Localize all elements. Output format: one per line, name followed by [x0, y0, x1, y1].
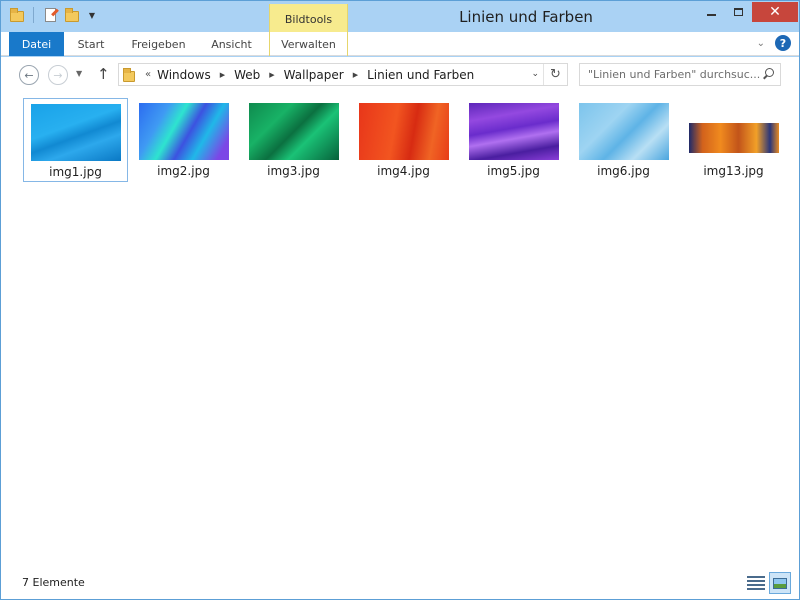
breadcrumb-windows[interactable]: Windows: [157, 68, 211, 82]
address-bar[interactable]: « Windows ▶ Web ▶ Wallpaper ▶ Linien und…: [118, 63, 568, 86]
toolbar-separator: [33, 7, 34, 23]
maximize-icon: [734, 8, 743, 16]
context-tab-group-label: Bildtools: [269, 4, 348, 32]
title-bar: ▼ Bildtools Linien und Farben ✕: [1, 1, 799, 32]
recent-locations-dropdown[interactable]: ▼: [76, 69, 82, 78]
file-name: img4.jpg: [377, 164, 430, 178]
large-icons-view-icon[interactable]: [769, 572, 791, 594]
close-button[interactable]: ✕: [752, 2, 798, 22]
file-name: img3.jpg: [267, 164, 320, 178]
search-icon[interactable]: [762, 68, 774, 80]
file-name: img13.jpg: [703, 164, 764, 178]
tab-verwalten[interactable]: Verwalten: [269, 32, 348, 56]
details-view-icon[interactable]: [747, 574, 765, 592]
up-button[interactable]: ↑: [97, 65, 110, 83]
help-icon[interactable]: ?: [775, 35, 791, 51]
tab-ansicht[interactable]: Ansicht: [200, 32, 263, 56]
file-item[interactable]: img6.jpg: [572, 98, 677, 182]
folder-icon[interactable]: [9, 7, 25, 23]
folder-icon: [123, 67, 137, 83]
back-button[interactable]: ←: [19, 65, 39, 85]
chevron-right-icon[interactable]: ▶: [353, 71, 358, 79]
tab-datei[interactable]: Datei: [9, 32, 64, 56]
search-input[interactable]: "Linien und Farben" durchsuc...: [579, 63, 781, 86]
file-name: img6.jpg: [597, 164, 650, 178]
file-item[interactable]: img4.jpg: [352, 98, 457, 182]
quick-access-toolbar: ▼: [9, 7, 98, 23]
file-list-pane[interactable]: img1.jpg img2.jpg img3.jpg img4.jpg img5…: [1, 92, 799, 568]
file-name: img2.jpg: [157, 164, 210, 178]
expand-ribbon-icon[interactable]: ⌄: [757, 38, 765, 49]
breadcrumb-web[interactable]: Web: [234, 68, 260, 82]
file-item[interactable]: img3.jpg: [242, 98, 347, 182]
caption-buttons: ✕: [698, 2, 798, 22]
file-item[interactable]: img1.jpg: [23, 98, 128, 182]
chevron-right-icon[interactable]: ▶: [220, 71, 225, 79]
image-thumbnail: [579, 103, 669, 160]
file-item[interactable]: img2.jpg: [132, 98, 237, 182]
image-thumbnail: [139, 103, 229, 160]
navigation-bar: ← → ▼ ↑ « Windows ▶ Web ▶ Wallpaper ▶ Li…: [1, 57, 799, 92]
image-thumbnail: [359, 103, 449, 160]
status-bar: 7 Elemente: [1, 568, 799, 599]
minimize-icon: [707, 14, 716, 16]
forward-button[interactable]: →: [48, 65, 68, 85]
breadcrumb-linien-und-farben[interactable]: Linien und Farben: [367, 68, 474, 82]
image-thumbnail: [469, 103, 559, 160]
image-thumbnail: [249, 103, 339, 160]
ribbon-right-controls: ⌄ ?: [757, 35, 791, 51]
window-title: Linien und Farben: [459, 8, 593, 26]
address-history-dropdown[interactable]: ⌄: [531, 69, 539, 79]
tab-start[interactable]: Start: [65, 32, 117, 56]
file-item[interactable]: img13.jpg: [682, 98, 787, 182]
search-placeholder: "Linien und Farben" durchsuc...: [588, 68, 761, 81]
item-count: 7 Elemente: [22, 576, 85, 589]
ribbon-tab-bar: Datei Start Freigeben Ansicht Verwalten …: [1, 32, 799, 56]
explorer-window: ▼ Bildtools Linien und Farben ✕ Datei St…: [0, 0, 800, 600]
chevron-right-icon[interactable]: ▶: [269, 71, 274, 79]
new-folder-icon[interactable]: [64, 7, 80, 23]
breadcrumb-overflow-icon[interactable]: «: [145, 69, 151, 80]
customize-toolbar-dropdown[interactable]: ▼: [86, 11, 98, 20]
minimize-button[interactable]: [698, 2, 725, 22]
maximize-button[interactable]: [725, 2, 752, 22]
file-name: img1.jpg: [49, 165, 102, 179]
tab-freigeben[interactable]: Freigeben: [121, 32, 196, 56]
image-thumbnail: [31, 104, 121, 161]
breadcrumb-wallpaper[interactable]: Wallpaper: [284, 68, 344, 82]
image-thumbnail: [689, 123, 779, 153]
file-item[interactable]: img5.jpg: [462, 98, 567, 182]
properties-icon[interactable]: [42, 7, 58, 23]
refresh-button[interactable]: ↻: [543, 64, 567, 85]
file-name: img5.jpg: [487, 164, 540, 178]
